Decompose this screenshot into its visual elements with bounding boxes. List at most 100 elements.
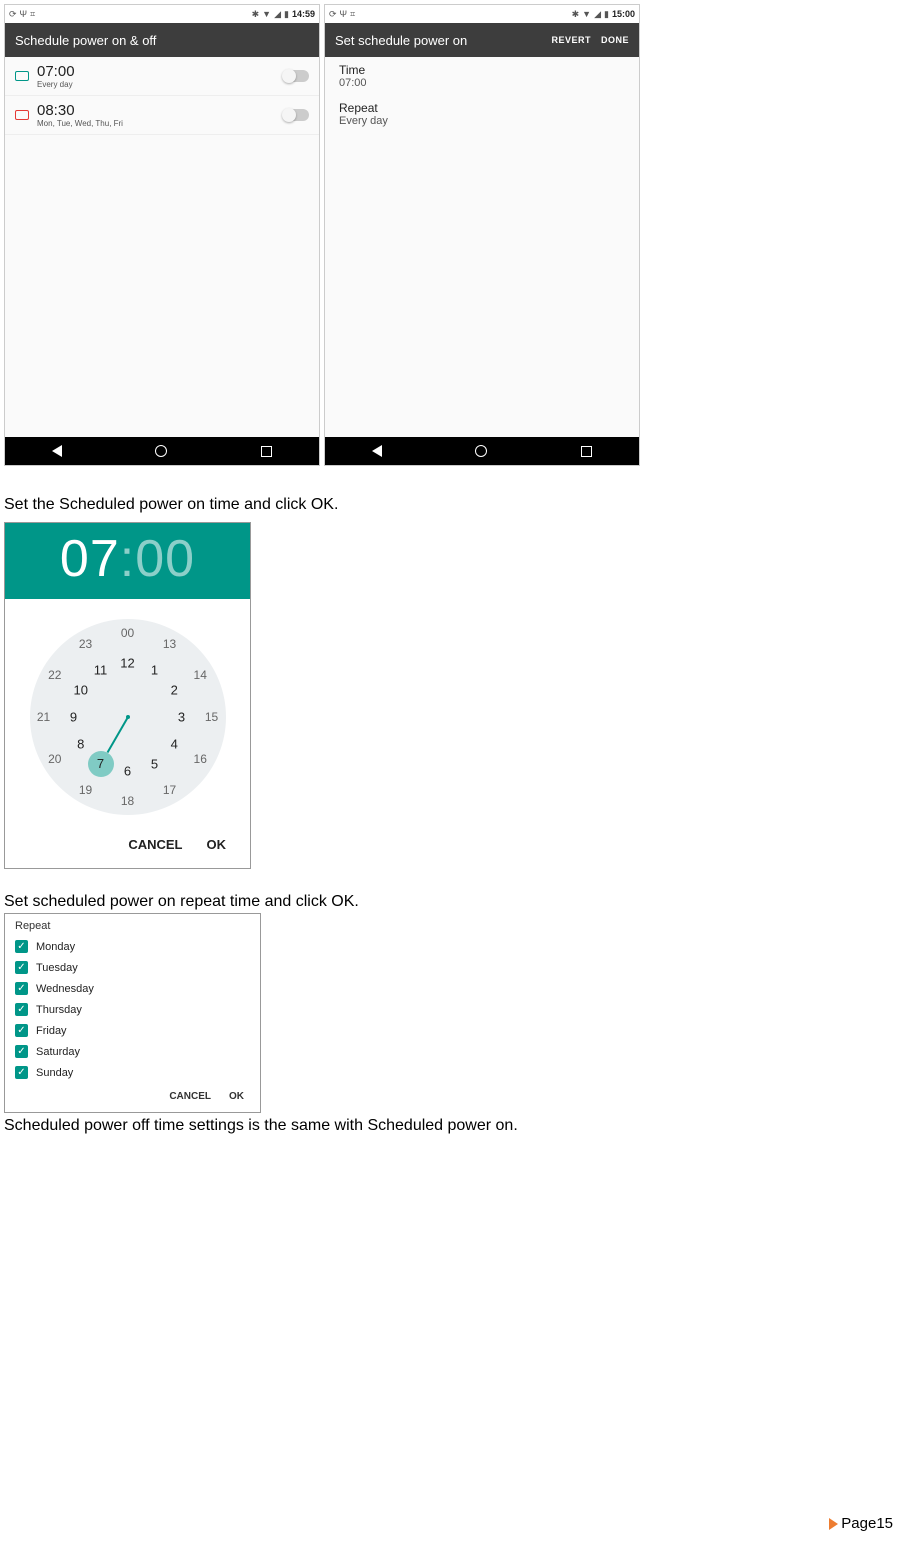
clock-hour-selected[interactable]: 7 [88, 751, 114, 777]
nav-home-icon[interactable] [475, 445, 487, 457]
statusbar-clock: 15:00 [612, 9, 635, 19]
repeat-day-row[interactable]: ✓ Monday [15, 936, 250, 957]
clock-hour-outer[interactable]: 15 [205, 710, 218, 724]
instruction-text-2: Set scheduled power on repeat time and c… [4, 893, 903, 911]
checkbox-checked-icon[interactable]: ✓ [15, 1003, 28, 1016]
nav-recent-icon[interactable] [581, 446, 592, 457]
nav-recent-icon[interactable] [261, 446, 272, 457]
debug-icon: ⌗ [350, 9, 355, 20]
nav-back-icon[interactable] [52, 445, 62, 457]
day-label: Wednesday [36, 983, 94, 995]
clock-hour-outer[interactable]: 19 [79, 783, 92, 797]
debug-icon: ⌗ [30, 9, 35, 20]
nav-bar [325, 437, 639, 465]
checkbox-checked-icon[interactable]: ✓ [15, 982, 28, 995]
clock-hour-outer[interactable]: 21 [37, 710, 50, 724]
instruction-text-3: Scheduled power off time settings is the… [4, 1117, 903, 1135]
done-button[interactable]: DONE [601, 35, 629, 45]
row-label: Repeat [339, 101, 625, 115]
nav-home-icon[interactable] [155, 445, 167, 457]
bluetooth-icon: ✱ [252, 9, 260, 20]
clock-hour-inner[interactable]: 4 [171, 737, 178, 752]
screen-title: Schedule power on & off [15, 33, 156, 48]
nav-bar [5, 437, 319, 465]
toggle-switch[interactable] [283, 70, 309, 82]
day-label: Saturday [36, 1046, 80, 1058]
schedule-row-on[interactable]: 07:00 Every day [5, 57, 319, 96]
page-footer: Page15 [829, 1515, 893, 1532]
day-label: Sunday [36, 1067, 73, 1079]
clock-hour-outer[interactable]: 14 [194, 668, 207, 682]
bluetooth-icon: ✱ [572, 9, 580, 20]
app-bar: Schedule power on & off [5, 23, 319, 57]
revert-button[interactable]: REVERT [551, 35, 591, 45]
power-off-icon [15, 110, 29, 120]
phone-schedule-list: ⟳ Ψ ⌗ ✱ ▼ ◢ ▮ 14:59 Schedule power on & … [4, 4, 320, 466]
clock-hour-outer[interactable]: 13 [163, 637, 176, 651]
time-row[interactable]: Time 07:00 [325, 57, 639, 95]
clock-hour-inner[interactable]: 2 [171, 683, 178, 698]
day-label: Monday [36, 941, 75, 953]
checkbox-checked-icon[interactable]: ✓ [15, 1066, 28, 1079]
caret-right-icon [829, 1518, 838, 1530]
sync-icon: ⟳ [9, 9, 17, 20]
clock-hour-outer[interactable]: 23 [79, 637, 92, 651]
clock-hour-outer[interactable]: 18 [121, 794, 134, 808]
time-picker-dialog: 07:00 0013141516171819202122231212345678… [4, 522, 251, 869]
usb-icon: Ψ [340, 9, 348, 19]
checkbox-checked-icon[interactable]: ✓ [15, 961, 28, 974]
ok-button[interactable]: OK [207, 837, 227, 852]
checkbox-checked-icon[interactable]: ✓ [15, 1024, 28, 1037]
clock-hour-outer[interactable]: 16 [194, 752, 207, 766]
repeat-day-row[interactable]: ✓ Sunday [15, 1062, 250, 1083]
day-label: Friday [36, 1025, 67, 1037]
clock-hour-outer[interactable]: 20 [48, 752, 61, 766]
row-time: 08:30 [37, 102, 275, 119]
repeat-day-row[interactable]: ✓Tuesday [15, 957, 250, 978]
phone-set-schedule: ⟳ Ψ ⌗ ✱ ▼ ◢ ▮ 15:00 Set schedule power o… [324, 4, 640, 466]
clock-hour-inner[interactable]: 12 [120, 656, 134, 671]
nav-back-icon[interactable] [372, 445, 382, 457]
wifi-icon: ▼ [582, 9, 591, 19]
clock-hour-inner[interactable]: 8 [77, 737, 84, 752]
clock-hour-inner[interactable]: 6 [124, 764, 131, 779]
repeat-day-row[interactable]: ✓Thursday [15, 999, 250, 1020]
power-on-icon [15, 71, 29, 81]
row-time: 07:00 [37, 63, 275, 80]
repeat-day-row[interactable]: ✓ Wednesday [15, 978, 250, 999]
page-number: Page15 [841, 1515, 893, 1532]
ok-button[interactable]: OK [229, 1091, 244, 1102]
row-subtitle: Every day [37, 80, 275, 89]
clock-hour-outer[interactable]: 17 [163, 783, 176, 797]
hours-value[interactable]: 07 [60, 530, 120, 588]
minutes-value[interactable]: 00 [135, 530, 195, 588]
clock-face[interactable]: 001314151617181920212223121234567891011 [30, 619, 226, 815]
cancel-button[interactable]: CANCEL [128, 837, 182, 852]
row-value: 07:00 [339, 77, 625, 89]
repeat-day-row[interactable]: ✓ Saturday [15, 1041, 250, 1062]
clock-hour-inner[interactable]: 5 [151, 756, 158, 771]
instruction-text-1: Set the Scheduled power on time and clic… [4, 496, 903, 514]
screenshots-row: ⟳ Ψ ⌗ ✱ ▼ ◢ ▮ 14:59 Schedule power on & … [4, 0, 903, 466]
clock-hour-inner[interactable]: 10 [74, 683, 88, 698]
repeat-row[interactable]: Repeat Every day [325, 95, 639, 133]
schedule-row-off[interactable]: 08:30 Mon, Tue, Wed, Thu, Fri [5, 96, 319, 135]
checkbox-checked-icon[interactable]: ✓ [15, 940, 28, 953]
clock-hour-outer[interactable]: 22 [48, 668, 61, 682]
clock-hour-inner[interactable]: 1 [151, 663, 158, 678]
toggle-switch[interactable] [283, 109, 309, 121]
clock-hour-outer[interactable]: 00 [121, 626, 134, 640]
clock-hour-inner[interactable]: 11 [94, 663, 108, 678]
clock-hour-inner[interactable]: 9 [70, 710, 77, 725]
repeat-day-row[interactable]: ✓ Friday [15, 1020, 250, 1041]
usb-icon: Ψ [20, 9, 28, 19]
clock-hour-inner[interactable]: 3 [178, 710, 185, 725]
checkbox-checked-icon[interactable]: ✓ [15, 1045, 28, 1058]
cancel-button[interactable]: CANCEL [169, 1091, 211, 1102]
screen-title: Set schedule power on [335, 33, 467, 48]
statusbar-clock: 14:59 [292, 9, 315, 19]
row-label: Time [339, 63, 625, 77]
row-value: Every day [339, 115, 625, 127]
app-bar: Set schedule power on REVERT DONE [325, 23, 639, 57]
status-bar: ⟳ Ψ ⌗ ✱ ▼ ◢ ▮ 14:59 [5, 5, 319, 23]
